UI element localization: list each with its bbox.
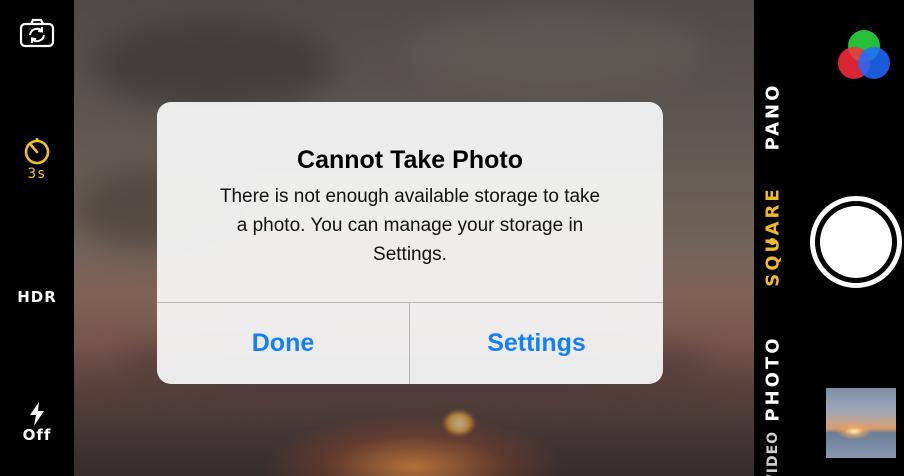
right-control-bar: PANO SQUARE PHOTO VIDEO [754,0,904,476]
hdr-label: HDR [17,288,57,306]
timer-label: 3s [27,166,47,182]
active-mode-indicator [769,238,776,245]
flash-button[interactable]: Off [0,402,74,444]
camera-flip-button[interactable] [0,18,74,48]
alert-title: Cannot Take Photo [297,146,523,174]
alert-body: Cannot Take Photo There is not enough av… [157,102,663,302]
mode-video[interactable]: VIDEO [765,431,781,476]
timer-icon [24,138,50,165]
mode-pano[interactable]: PANO [762,82,783,150]
last-photo-thumbnail[interactable] [826,388,896,458]
timer-button[interactable]: 3s [0,136,74,182]
settings-button[interactable]: Settings [410,303,663,384]
alert-dialog: Cannot Take Photo There is not enough av… [157,102,663,384]
mode-photo[interactable]: PHOTO [763,335,784,421]
alert-message: There is not enough available storage to… [219,186,601,265]
mode-square[interactable]: SQUARE [763,186,784,286]
flash-label: Off [22,426,52,444]
camera-flip-icon [19,18,55,48]
shutter-button[interactable] [810,196,902,288]
hdr-button[interactable]: HDR [0,288,74,306]
filters-icon[interactable] [836,28,892,82]
flash-icon [30,402,44,426]
left-control-bar: 3s HDR Off [0,0,74,476]
done-button[interactable]: Done [157,303,409,384]
mode-selector: PANO SQUARE PHOTO VIDEO [754,0,792,476]
shutter-button-inner [820,206,892,278]
